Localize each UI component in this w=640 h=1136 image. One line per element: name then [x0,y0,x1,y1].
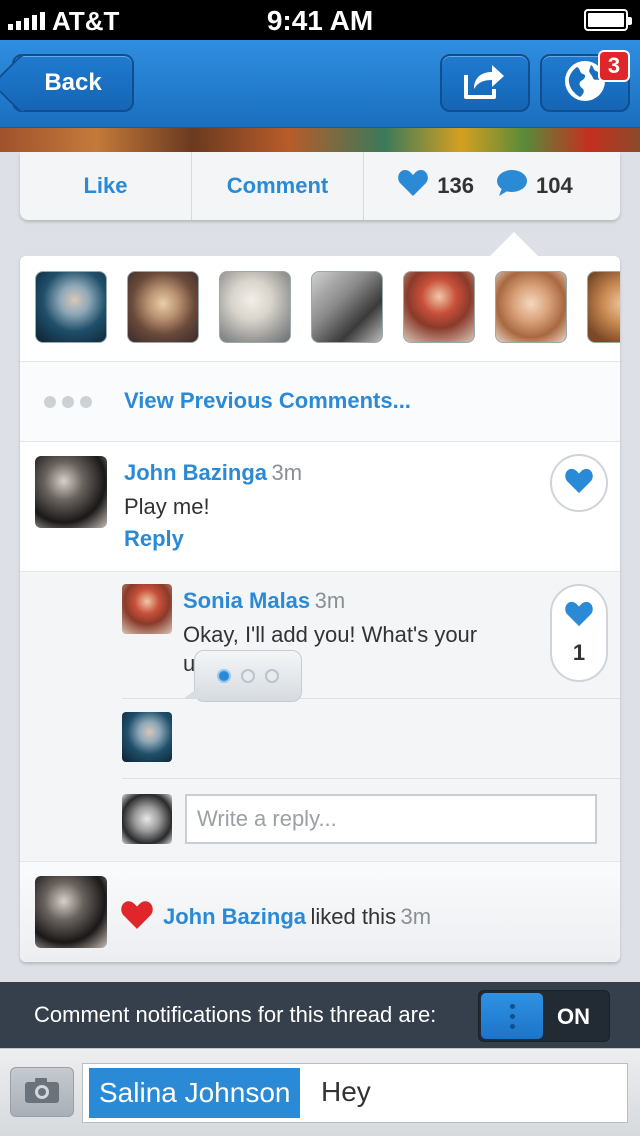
comment-like-button[interactable] [550,454,608,512]
reply-author[interactable]: Sonia Malas [183,588,310,613]
liker-avatar[interactable] [403,271,475,343]
camera-button[interactable] [10,1067,74,1117]
likes-count: 136 [437,173,474,198]
reply-like-count: 1 [572,639,586,665]
card-pointer [490,232,538,256]
post-actions-bar: Like Comment 136 104 [20,152,620,220]
heart-icon [120,900,154,935]
avatar[interactable] [122,712,172,762]
cover-image-strip [0,128,640,152]
activity-time: 3m [400,904,432,929]
navigation-bar: Back 3 [0,40,640,128]
comment-time: 3m [271,460,303,485]
avatar [122,794,172,844]
share-button[interactable] [440,54,530,112]
share-icon [462,61,508,106]
notification-setting-label: Comment notifications for this thread ar… [34,1002,437,1027]
avatar[interactable] [35,876,107,948]
liker-avatar[interactable] [587,271,620,343]
liker-avatar[interactable] [127,271,199,343]
back-button[interactable]: Back [12,54,134,112]
heart-icon [564,601,594,632]
liker-avatar[interactable] [311,271,383,343]
typing-indicator [183,650,302,702]
likers-avatar-row[interactable] [20,256,620,362]
notification-settings-bar: Comment notifications for this thread ar… [0,982,640,1048]
avatar[interactable] [122,584,172,634]
battery-icon [584,9,632,31]
like-button[interactable]: Like [20,152,192,220]
heart-icon [397,169,429,203]
comment-button[interactable]: Comment [192,152,364,220]
reply-link[interactable]: Reply [124,526,184,552]
liker-avatar[interactable] [35,271,107,343]
status-time: 9:41 AM [266,5,374,36]
view-previous-comments-link[interactable]: View Previous Comments... [124,388,411,414]
view-previous-row[interactable]: View Previous Comments... [20,362,620,442]
comments-count: 104 [536,173,573,198]
heart-icon [564,468,594,499]
notification-toggle[interactable]: ON [478,990,610,1042]
more-dots-icon [44,396,92,408]
comments-card: View Previous Comments... John Bazinga 3… [20,256,620,962]
toggle-state-label: ON [557,1004,590,1029]
camera-icon [24,1076,60,1109]
comment-item: John Bazinga 3m Play me! Reply [20,442,620,572]
reply-thread: Sonia Malas 3m Okay, I'll add you! What'… [20,572,620,862]
compose-bar: Salina Johnson Hey [0,1048,640,1136]
speech-bubble-icon [496,169,528,203]
comment-author[interactable]: John Bazinga [124,460,267,485]
comment-text: Play me! [124,494,210,519]
toggle-knob[interactable] [481,993,543,1039]
reply-like-button[interactable]: 1 [550,584,608,682]
divider [122,778,620,779]
notifications-button[interactable]: 3 [540,50,630,112]
activity-action: liked this [310,904,397,929]
notification-badge: 3 [598,50,630,82]
activity-row: John Bazinga liked this 3m [20,862,620,962]
liker-avatar[interactable] [495,271,567,343]
avatar[interactable] [35,456,107,528]
reply-input[interactable] [185,794,597,844]
post-stats: 136 104 [364,152,620,220]
liker-avatar[interactable] [219,271,291,343]
activity-author[interactable]: John Bazinga [163,904,306,929]
status-bar: AT&T 9:41 AM [0,0,640,40]
reply-time: 3m [314,588,346,613]
compose-input[interactable]: Salina Johnson Hey [82,1063,628,1123]
compose-text[interactable]: Hey [321,1076,371,1108]
mention-chip[interactable]: Salina Johnson [89,1068,301,1118]
